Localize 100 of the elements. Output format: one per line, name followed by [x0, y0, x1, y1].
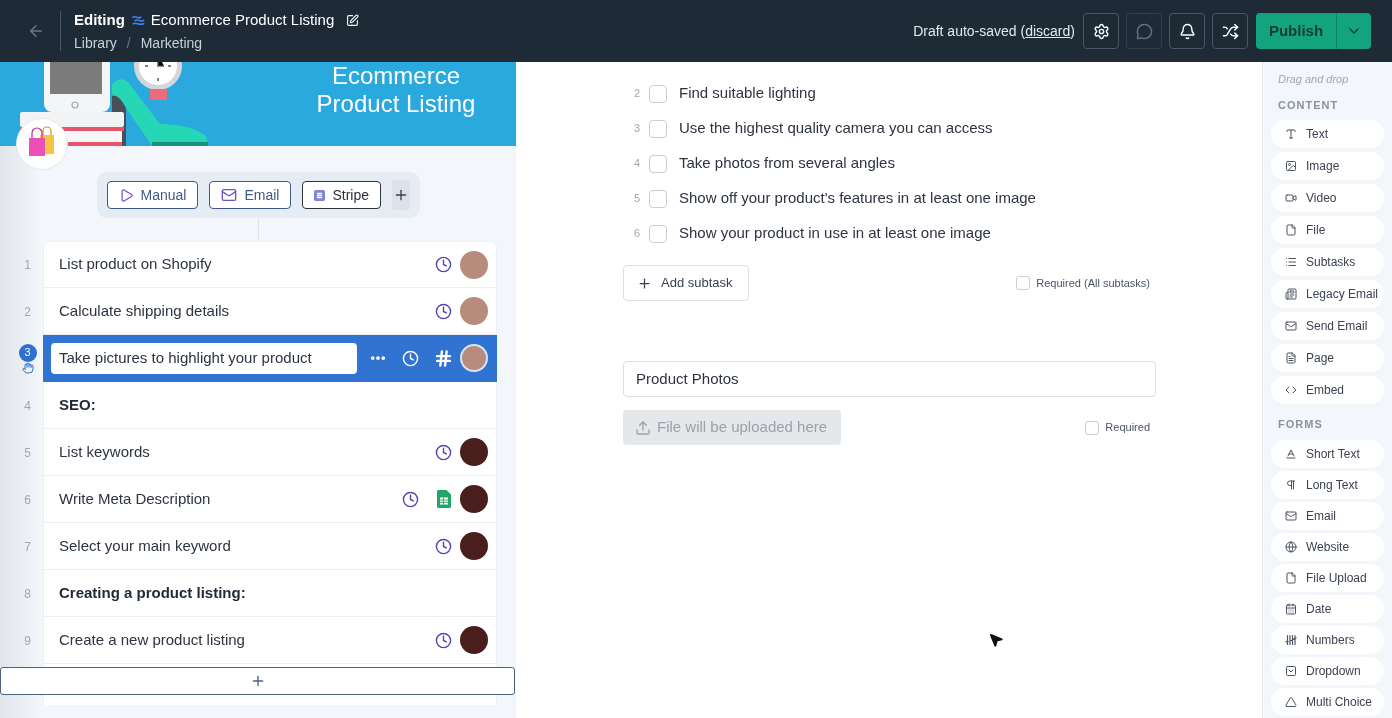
bell-icon: [1178, 22, 1196, 40]
sidebar-item[interactable]: File Upload: [1271, 564, 1384, 592]
clock-icon[interactable]: [435, 443, 452, 461]
task-row[interactable]: SEO:: [43, 382, 497, 429]
image-icon: [1285, 160, 1297, 172]
breadcrumb-link[interactable]: Marketing: [140, 32, 203, 54]
shuffle-button[interactable]: [1212, 13, 1248, 49]
user-avatar[interactable]: [460, 626, 488, 654]
clock-icon[interactable]: [435, 256, 452, 273]
sidebar-item[interactable]: Embed: [1271, 376, 1384, 404]
document-title: Ecommerce Product Listing: [150, 9, 335, 30]
row-number: 8: [24, 585, 31, 603]
sidebar-item[interactable]: Dropdown: [1271, 657, 1384, 685]
user-avatar[interactable]: [460, 485, 488, 513]
play-icon: [118, 187, 134, 203]
checkbox[interactable]: [649, 84, 667, 103]
subtask-number: 3: [633, 121, 641, 137]
task-row[interactable]: Write Meta Description: [43, 476, 497, 523]
spreadsheet-icon[interactable]: [436, 490, 451, 508]
sidebar-item[interactable]: Image: [1271, 152, 1384, 180]
task-row[interactable]: Creating a product listing:: [43, 570, 497, 617]
sidebar-item[interactable]: Legacy Email: [1271, 280, 1384, 308]
newspaper-icon: [1285, 288, 1297, 300]
clock-icon[interactable]: [435, 631, 452, 649]
section-heading: SEO:: [59, 394, 96, 415]
publish-button[interactable]: Publish: [1256, 13, 1336, 49]
mouse-cursor-icon: [988, 632, 1004, 648]
add-trigger-button[interactable]: [392, 180, 410, 210]
add-task-button[interactable]: [0, 667, 515, 695]
checkbox[interactable]: [649, 154, 667, 173]
task-title: Calculate shipping details: [59, 300, 230, 321]
hand-cursor-icon: [21, 361, 34, 374]
subtask-label: Find suitable lighting: [679, 83, 816, 104]
reminders-button[interactable]: [1169, 13, 1205, 49]
sidebar-item[interactable]: Website: [1271, 533, 1384, 561]
stripe-trigger-button[interactable]: Stripe: [302, 181, 381, 209]
row-number: 6: [24, 491, 31, 509]
subtask-label: Show off your product's features in at least one image: [679, 188, 1036, 209]
mail-icon: [1285, 320, 1297, 332]
sidebar-item[interactable]: Long Text: [1271, 471, 1384, 499]
user-avatar[interactable]: [460, 532, 488, 560]
calendar-icon: [1285, 603, 1297, 615]
clock-icon[interactable]: [435, 302, 452, 320]
sidebar-item[interactable]: Text: [1271, 120, 1384, 148]
checkbox[interactable]: [649, 189, 667, 208]
sidebar-item[interactable]: Numbers: [1271, 626, 1384, 654]
task-row[interactable]: Calculate shipping details: [43, 288, 497, 335]
clock-icon[interactable]: [402, 490, 419, 508]
breadcrumb-separator: /: [126, 33, 131, 53]
hash-icon[interactable]: [434, 348, 453, 368]
manual-trigger-button[interactable]: Manual: [106, 181, 199, 209]
sidebar-item[interactable]: Page: [1271, 344, 1384, 372]
subtask-number: 2: [633, 86, 641, 102]
sidebar-item[interactable]: Subtasks: [1271, 248, 1384, 276]
row-number: 2: [24, 303, 31, 321]
font-icon: [1285, 448, 1297, 460]
task-title: Select your main keyword: [59, 535, 231, 556]
subtask-number: 6: [633, 226, 641, 242]
task-row[interactable]: List product on Shopify: [43, 241, 497, 288]
task-title-field[interactable]: Take pictures to highlight your product: [51, 342, 357, 374]
row-number: 7: [24, 538, 31, 556]
tally-icon: [1285, 634, 1297, 646]
add-subtask-button[interactable]: Add subtask: [623, 265, 749, 301]
edit-icon[interactable]: [346, 13, 360, 27]
row-number: 9: [24, 632, 31, 650]
breadcrumb-link[interactable]: Library: [74, 32, 117, 54]
section-label: CONTENT: [1277, 98, 1340, 113]
subtask-label: Show your product in use in at least one image: [679, 223, 991, 244]
task-row[interactable]: Select your main keyword: [43, 523, 497, 570]
sidebar-item[interactable]: Short Text: [1271, 440, 1384, 468]
task-row[interactable]: List keywords: [43, 429, 497, 476]
user-avatar[interactable]: [460, 438, 488, 466]
settings-button[interactable]: [1083, 13, 1119, 49]
checkbox[interactable]: [1085, 420, 1100, 435]
file-title-input[interactable]: Product Photos: [623, 361, 1156, 397]
sidebar-item[interactable]: Send Email: [1271, 312, 1384, 340]
checkbox[interactable]: [1016, 276, 1031, 290]
checkbox[interactable]: [649, 224, 667, 243]
comment-icon: [1135, 22, 1153, 40]
row-number: 5: [24, 444, 31, 462]
subtask-label: Take photos from several angles: [679, 153, 895, 174]
row-number-badge: 3: [18, 343, 37, 362]
sidebar-item[interactable]: File: [1271, 216, 1384, 244]
sidebar-item[interactable]: Video: [1271, 184, 1384, 212]
row-number: 1: [24, 256, 31, 274]
task-row[interactable]: Create a new product listing: [43, 617, 497, 664]
sidebar-item[interactable]: Date: [1271, 595, 1384, 623]
document-icon: [1285, 352, 1297, 364]
video-camera-icon: [1285, 192, 1297, 204]
checkbox[interactable]: [649, 119, 667, 138]
sidebar-item[interactable]: Multi Choice: [1271, 688, 1384, 716]
mail-icon: [221, 187, 238, 203]
save-status-text: Draft auto-saved (discard): [913, 21, 1075, 41]
task-row[interactable]: Take pictures to highlight your product: [43, 335, 497, 382]
clock-icon[interactable]: [435, 537, 452, 555]
wave-icon: [131, 13, 145, 27]
dropdown-icon: [1285, 665, 1297, 677]
email-trigger-button[interactable]: Email: [209, 181, 292, 209]
settings-icon: [1092, 22, 1110, 40]
sidebar-item[interactable]: Email: [1271, 502, 1384, 530]
